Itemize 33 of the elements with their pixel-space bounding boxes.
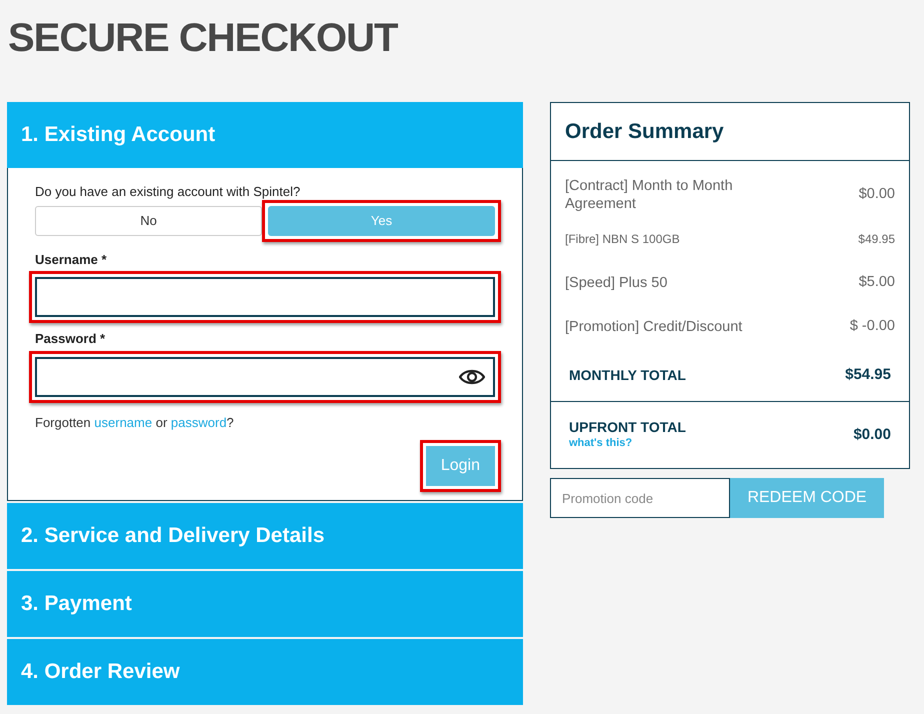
eye-icon[interactable] [459,368,485,386]
choice-button[interactable]: Yes [268,206,495,236]
item-label: [Speed] Plus 50 [565,274,668,292]
step-header[interactable]: 3. Payment [7,571,523,637]
item-label: [Promotion] Credit/Discount [565,318,744,336]
item-label: [Contract] Month to Month Agreement [565,177,734,213]
page-title: SECURE CHECKOUT [8,18,398,58]
step-header[interactable]: 1. Existing Account [7,102,523,168]
username-label: Username * [35,250,108,268]
login-button[interactable]: Login [426,446,495,486]
upfront-total-value: $0.00 [853,424,891,445]
choice-button[interactable]: No [35,206,262,236]
password-link[interactable]: password [170,414,227,430]
username-field[interactable] [35,277,495,317]
username-link[interactable]: username [94,414,152,430]
item-price: $5.00 [858,273,895,292]
item-label: [Fibre] NBN S 100GB [565,231,681,248]
item-price: $ -0.00 [850,317,895,336]
password-label: Password * [35,330,106,348]
upfront-total-label: UPFRONT TOTAL [569,418,686,435]
monthly-total-value: $54.95 [845,364,891,385]
promo-code-field[interactable]: Promotion code [550,478,730,518]
question-label: Do you have an existing account with Spintel? [35,183,302,201]
redeem-button[interactable]: REDEEM CODE [730,478,884,518]
forgot-text: Forgotten username or password? [35,414,235,432]
item-price: $49.95 [858,231,895,248]
summary-title: Order Summary [565,118,724,145]
item-price: $0.00 [858,185,895,204]
whats-this-link[interactable]: what's this? [569,434,686,452]
step-header[interactable]: 2. Service and Delivery Details [7,503,523,569]
password-field[interactable] [35,356,495,396]
monthly-total-label: MONTHLY TOTAL [569,366,686,384]
step-header[interactable]: 4. Order Review [7,639,523,705]
